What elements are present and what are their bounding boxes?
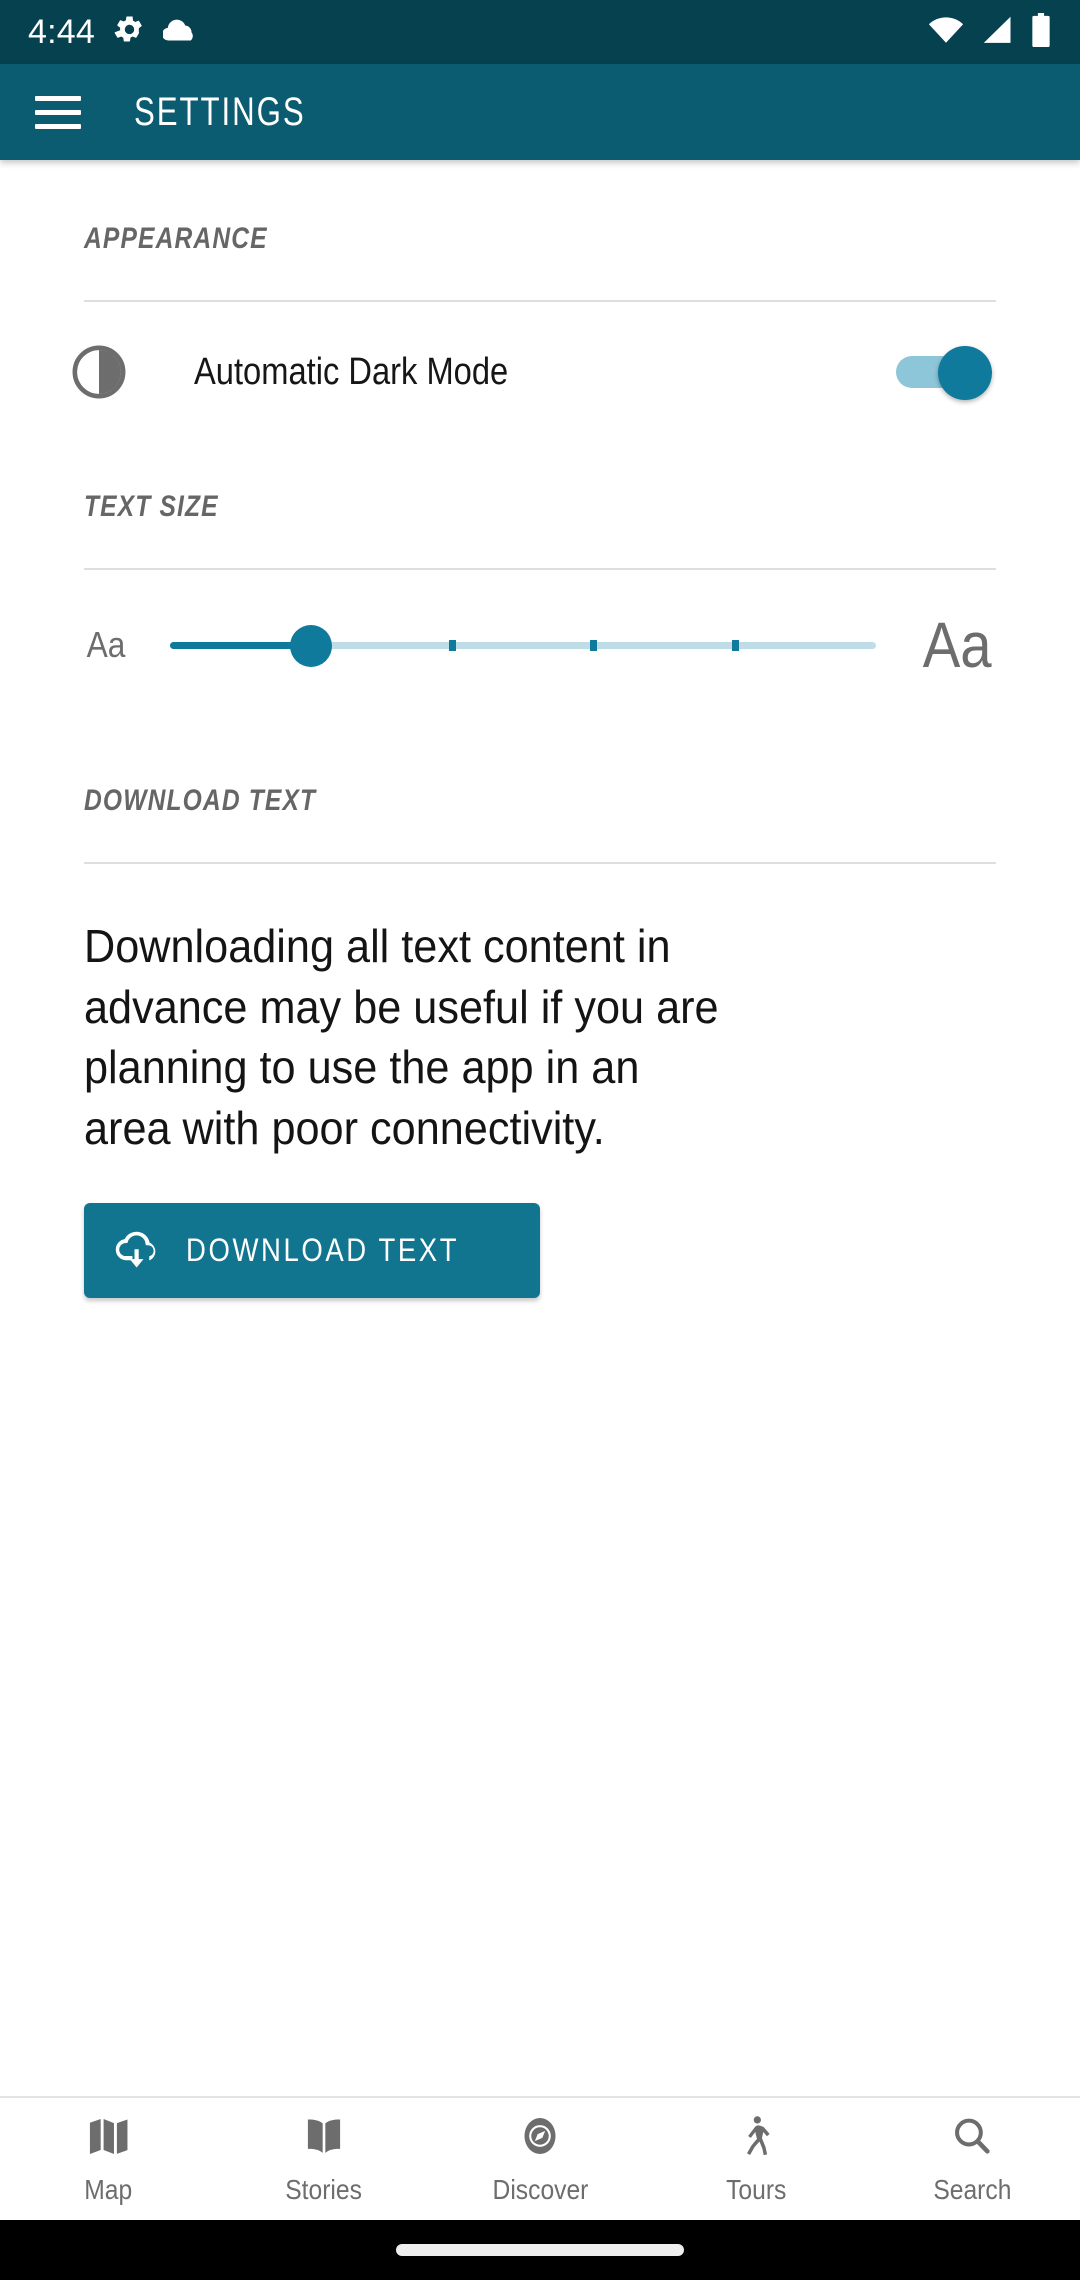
download-text-description: Downloading all text content in advance … [84,920,719,1155]
section-appearance: APPEARANCE Automatic Dark Mode [72,160,996,442]
section-divider [84,862,996,864]
compass-icon [517,2113,563,2164]
download-text-button[interactable]: DOWNLOAD TEXT [84,1202,540,1298]
nav-item-discover[interactable]: Discover [432,2113,648,2206]
status-bar-left: 4:44 [28,13,199,52]
cloud-icon [162,16,199,49]
bottom-navigation-bar: Map Stories Discover Tours Search [0,2096,1080,2220]
nav-label-search: Search [932,2173,1012,2205]
nav-label-tours: Tours [725,2173,787,2205]
hamburger-menu-icon[interactable] [30,84,86,140]
cellular-signal-icon [980,15,1014,50]
setting-row-automatic-dark-mode[interactable]: Automatic Dark Mode [72,302,996,442]
hamburger-bar-2 [35,109,81,115]
slider-thumb[interactable] [290,625,333,667]
text-size-slider[interactable] [170,617,876,673]
nav-item-map[interactable]: Map [0,2113,216,2206]
nav-label-map: Map [84,2173,132,2205]
system-gesture-bar [0,2220,1080,2280]
contrast-icon [70,343,128,401]
section-text-size: TEXT SIZE Aa Aa [84,442,996,720]
status-bar-clock: 4:44 [28,13,95,51]
slider-tick [449,640,457,651]
toggle-thumb [938,346,992,400]
nav-label-discover: Discover [492,2173,588,2205]
book-icon [301,2113,347,2164]
nav-item-stories[interactable]: Stories [216,2113,432,2206]
slider-tick [590,640,598,651]
section-download-text: DOWNLOAD TEXT Downloading all text conte… [84,720,996,1298]
status-bar: 4:44 [0,0,1080,64]
text-size-max-label: Aa [922,609,992,681]
text-size-slider-row: Aa Aa [84,570,996,720]
hamburger-bar-3 [35,123,81,129]
phone-screen: 4:44 SETTINGS APPEARANCE Automatic Dark … [0,0,1080,2280]
search-icon [949,2113,995,2164]
map-icon [85,2113,131,2164]
nav-item-tours[interactable]: Tours [648,2113,864,2206]
hamburger-bar-1 [35,95,81,101]
text-size-min-label: Aa [86,624,126,665]
nav-item-search[interactable]: Search [864,2113,1080,2206]
status-bar-right [928,12,1052,52]
wifi-icon [928,15,964,50]
toggle-automatic-dark-mode[interactable] [896,343,996,401]
gesture-pill[interactable] [396,2244,684,2256]
section-heading-text-size: TEXT SIZE [84,490,219,523]
slider-tick [731,640,739,651]
nav-label-stories: Stories [285,2173,363,2205]
settings-content: APPEARANCE Automatic Dark Mode TEXT SIZE [0,160,1080,2096]
section-heading-appearance: APPEARANCE [84,222,268,255]
download-text-button-label: DOWNLOAD TEXT [186,1231,460,1268]
setting-label-automatic-dark-mode: Automatic Dark Mode [194,350,509,393]
app-bar: SETTINGS [0,64,1080,160]
gear-icon [112,13,146,52]
cloud-download-icon [114,1229,160,1272]
page-title: SETTINGS [134,89,306,134]
battery-icon [1030,12,1052,52]
walking-person-icon [733,2113,779,2164]
section-heading-download-text: DOWNLOAD TEXT [84,784,317,817]
